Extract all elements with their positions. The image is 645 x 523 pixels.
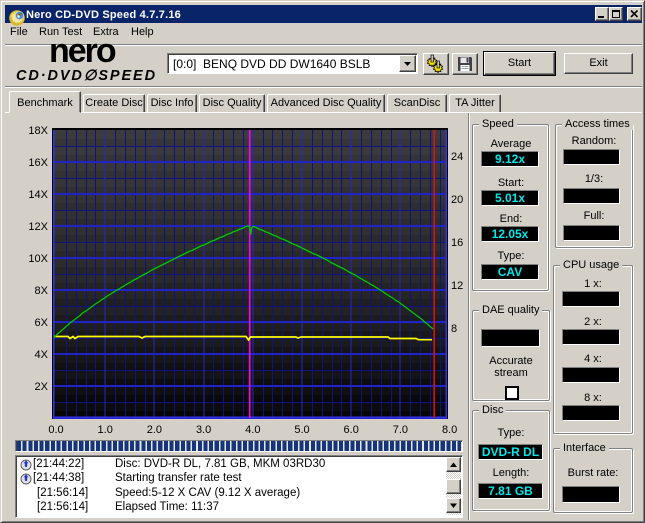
svg-text:12: 12 [451,280,463,292]
svg-text:16X: 16X [28,157,48,169]
svg-text:1.0: 1.0 [98,424,113,436]
svg-text:8.0: 8.0 [442,424,457,436]
svg-text:12X: 12X [28,221,48,233]
svg-text:4.0: 4.0 [245,424,260,436]
svg-text:4X: 4X [35,349,49,361]
svg-text:14X: 14X [28,189,48,201]
svg-text:18X: 18X [28,125,48,137]
svg-text:16: 16 [451,237,463,249]
svg-text:20: 20 [451,194,463,206]
svg-text:10X: 10X [28,253,48,265]
svg-text:2.0: 2.0 [147,424,162,436]
svg-text:0.0: 0.0 [48,424,63,436]
svg-text:5.0: 5.0 [294,424,309,436]
svg-text:8: 8 [451,323,457,335]
svg-text:3.0: 3.0 [196,424,211,436]
svg-text:7.0: 7.0 [393,424,408,436]
svg-text:6X: 6X [35,317,49,329]
svg-text:2X: 2X [35,381,49,393]
svg-text:6.0: 6.0 [344,424,359,436]
svg-text:8X: 8X [35,285,49,297]
svg-text:24: 24 [451,151,463,163]
